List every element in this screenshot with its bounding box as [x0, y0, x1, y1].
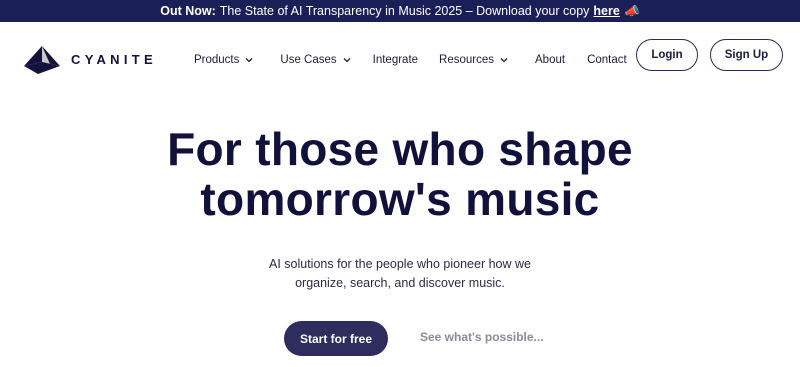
hero-subtitle-line-2: organize, search, and discover music. [295, 276, 505, 290]
hero-subtitle-line-1: AI solutions for the people who pioneer … [269, 257, 531, 271]
nav-item-contact[interactable]: Contact [587, 54, 627, 66]
nav-item-use-cases[interactable]: Use Cases [280, 54, 351, 66]
see-whats-possible-link[interactable]: See what's possible... [420, 330, 544, 344]
login-button[interactable]: Login [636, 39, 698, 71]
brand-name: CYANITE [71, 51, 157, 67]
nav-item-integrate[interactable]: Integrate [373, 54, 418, 66]
hero-title-line-2: tomorrow's music [200, 173, 600, 225]
chevron-down-icon [343, 58, 351, 63]
start-for-free-button[interactable]: Start for free [284, 321, 388, 356]
megaphone-icon: 📣 [624, 4, 640, 18]
cyanite-logo-icon [24, 46, 60, 74]
nav-menu: Products Use Cases Integrate Resources A… [194, 54, 627, 66]
announcement-text: The State of AI Transparency in Music 20… [219, 4, 590, 18]
announcement-bar: Out Now: The State of AI Transparency in… [0, 0, 800, 22]
main-navigation: CYANITE Products Use Cases Integrate Res… [0, 22, 800, 92]
chevron-down-icon [500, 58, 508, 63]
hero-title-line-1: For those who shape [167, 123, 633, 175]
nav-item-products[interactable]: Products [194, 54, 253, 66]
announcement-lead: Out Now: [160, 4, 216, 18]
nav-item-label: Integrate [372, 54, 419, 66]
nav-item-resources[interactable]: Resources [439, 54, 508, 66]
nav-item-label: About [535, 54, 566, 66]
nav-item-label: Use Cases [280, 54, 337, 66]
hero-title: For those who shape tomorrow's music [0, 124, 800, 224]
signup-button[interactable]: Sign Up [710, 39, 783, 71]
brand-logo[interactable]: CYANITE [22, 44, 157, 74]
chevron-down-icon [245, 58, 253, 63]
nav-item-label: Resources [439, 54, 495, 66]
nav-item-label: Contact [587, 54, 627, 66]
nav-item-about[interactable]: About [535, 54, 565, 66]
announcement-link[interactable]: here [593, 4, 619, 18]
nav-item-label: Products [194, 54, 240, 66]
hero-subtitle: AI solutions for the people who pioneer … [0, 255, 800, 293]
